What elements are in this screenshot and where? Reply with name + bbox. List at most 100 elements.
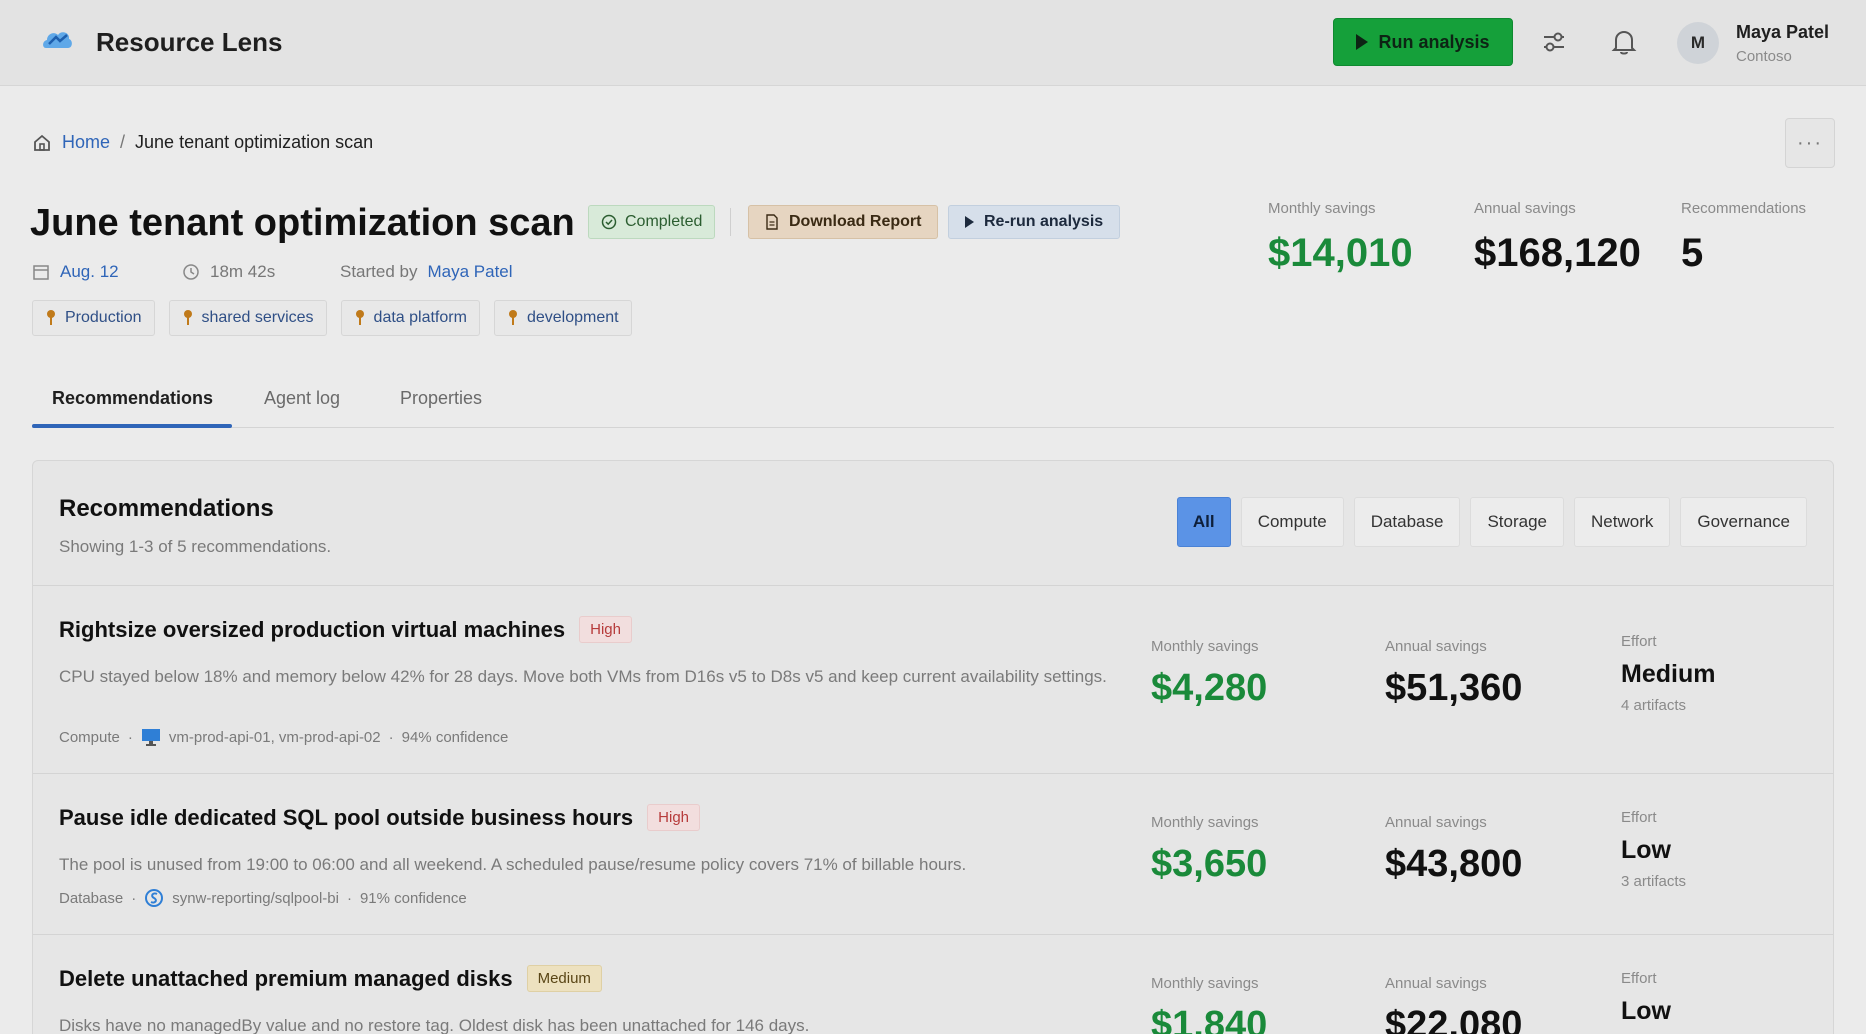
rec-description: The pool is unused from 19:00 to 06:00 a… — [59, 855, 967, 874]
divider — [730, 208, 731, 236]
run-analysis-label: Run analysis — [1378, 31, 1490, 52]
recommendations-panel: Recommendations Showing 1-3 of 5 recomme… — [32, 460, 1834, 1034]
meta-separator: · — [346, 889, 352, 907]
panel-title: Recommendations — [59, 495, 274, 522]
rec-resources[interactable]: vm-prod-api-01, vm-prod-api-02 — [169, 729, 381, 746]
tag-development[interactable]: development — [493, 300, 632, 336]
rerun-analysis-button[interactable]: Re-run analysis — [948, 205, 1121, 239]
rec-title-text: Delete unattached premium managed disks — [59, 965, 513, 991]
category-filters: All Compute Database Storage Network Gov… — [1176, 497, 1807, 547]
rec-monthly-savings: Monthly savings $3,650 — [1151, 814, 1267, 886]
tag-production[interactable]: Production — [32, 300, 155, 336]
kpi-value: $14,010 — [1268, 231, 1413, 275]
filter-governance[interactable]: Governance — [1680, 497, 1807, 547]
recommendation-item[interactable]: Pause idle dedicated SQL pool outside bu… — [33, 774, 1833, 935]
label: Monthly savings — [1151, 638, 1259, 655]
value: $51,360 — [1385, 667, 1523, 709]
avatar[interactable]: M — [1677, 22, 1719, 64]
rec-monthly-savings: Monthly savings $1,840 — [1151, 975, 1267, 1034]
tag-data-platform[interactable]: data platform — [340, 300, 480, 336]
run-analysis-button[interactable]: Run analysis — [1333, 18, 1513, 66]
kpi-label: Annual savings — [1474, 200, 1576, 217]
label: Monthly savings — [1151, 814, 1259, 831]
rec-title-text: Rightsize oversized production virtual m… — [59, 616, 566, 642]
rec-annual-savings: Annual savings $51,360 — [1385, 638, 1522, 710]
tag-shared-services[interactable]: shared services — [168, 300, 327, 336]
value: Medium — [1621, 660, 1716, 688]
kpi-value: 5 — [1681, 231, 1704, 275]
rec-title-text: Pause idle dedicated SQL pool outside bu… — [59, 804, 634, 830]
label: Annual savings — [1385, 638, 1487, 655]
filter-compute[interactable]: Compute — [1240, 497, 1344, 547]
rec-category: Compute — [59, 728, 120, 746]
filter-network[interactable]: Network — [1574, 497, 1671, 547]
rec-annual-savings: Annual savings $43,800 — [1385, 814, 1522, 886]
artifacts-count[interactable]: 3 artifacts — [1621, 873, 1686, 890]
rec-resources[interactable]: synw-reporting/sqlpool-bi — [172, 890, 339, 907]
tab-recommendations[interactable]: Recommendations — [52, 388, 213, 409]
rec-effort: Effort Medium 4 artifacts — [1621, 633, 1715, 714]
meta-separator: · — [388, 728, 394, 746]
home-icon[interactable] — [32, 133, 52, 153]
play-icon — [1356, 34, 1369, 50]
pin-icon — [355, 310, 364, 325]
kpi-recommendations: Recommendations 5 — [1681, 200, 1806, 276]
tag-label: shared services — [201, 309, 314, 326]
label: Annual savings — [1385, 975, 1487, 992]
status-label: Completed — [625, 213, 703, 230]
scan-date: Aug. 12 — [32, 262, 119, 282]
severity-badge: Medium — [526, 965, 602, 992]
value: $3,650 — [1151, 843, 1268, 885]
started-by-user[interactable]: Maya Patel — [428, 262, 513, 282]
rec-title: Delete unattached premium managed disks … — [59, 965, 602, 992]
tab-bar: Recommendations Agent log Properties — [32, 380, 1834, 428]
artifacts-count[interactable]: 4 artifacts — [1621, 697, 1715, 714]
tag-label: Production — [65, 309, 142, 326]
tag-label: data platform — [373, 309, 467, 326]
rec-confidence: 94% confidence — [401, 728, 509, 746]
label: Effort — [1621, 970, 1657, 987]
check-circle-icon — [601, 214, 617, 230]
filter-all[interactable]: All — [1176, 497, 1231, 547]
clock-icon — [183, 264, 199, 280]
filter-storage[interactable]: Storage — [1470, 497, 1565, 547]
rec-annual-savings: Annual savings $22,080 — [1385, 975, 1522, 1034]
tag-label: development — [526, 309, 619, 326]
value: $4,280 — [1151, 667, 1268, 709]
scan-started-by: Started by Maya Patel — [340, 262, 513, 282]
value: $43,800 — [1385, 843, 1523, 885]
scan-date-value[interactable]: Aug. 12 — [60, 262, 119, 282]
severity-badge: High — [647, 804, 701, 831]
tab-properties[interactable]: Properties — [400, 388, 482, 409]
kpi-label: Recommendations — [1681, 200, 1807, 217]
recommendation-item[interactable]: Rightsize oversized production virtual m… — [33, 586, 1833, 774]
rec-title: Pause idle dedicated SQL pool outside bu… — [59, 804, 701, 831]
virtual-machine-icon — [141, 729, 160, 746]
bell-icon[interactable] — [1608, 26, 1640, 58]
download-report-button[interactable]: Download Report — [748, 205, 939, 239]
more-options-button[interactable]: ··· — [1785, 118, 1835, 168]
value: Low — [1621, 836, 1671, 864]
value: $1,840 — [1151, 1004, 1268, 1034]
recommendation-item[interactable]: Delete unattached premium managed disks … — [33, 935, 1833, 1034]
breadcrumb-separator: / — [120, 132, 126, 152]
filter-database[interactable]: Database — [1353, 497, 1461, 547]
ellipsis-icon: ··· — [1797, 131, 1823, 154]
tab-agent-log[interactable]: Agent log — [264, 388, 340, 409]
filter-settings-icon[interactable] — [1538, 26, 1570, 58]
meta-separator: · — [131, 889, 137, 907]
scan-duration: 18m 42s — [182, 262, 275, 282]
breadcrumb: Home / June tenant optimization scan — [32, 132, 373, 153]
cloud-logo-icon — [43, 32, 72, 48]
rec-effort: Effort Low 3 artifacts — [1621, 809, 1686, 890]
breadcrumb-home-link[interactable]: Home — [62, 132, 110, 153]
started-by-label: Started by — [340, 262, 418, 281]
rec-effort: Effort Low — [1621, 970, 1671, 1026]
user-name: Maya Patel — [1736, 22, 1830, 42]
status-badge: Completed — [588, 205, 716, 239]
value: Low — [1621, 997, 1671, 1025]
rec-description: Disks have no managedBy value and no res… — [59, 1016, 810, 1034]
calendar-icon — [33, 265, 49, 280]
kpi-label: Monthly savings — [1268, 200, 1376, 217]
user-org: Contoso — [1736, 48, 1792, 65]
